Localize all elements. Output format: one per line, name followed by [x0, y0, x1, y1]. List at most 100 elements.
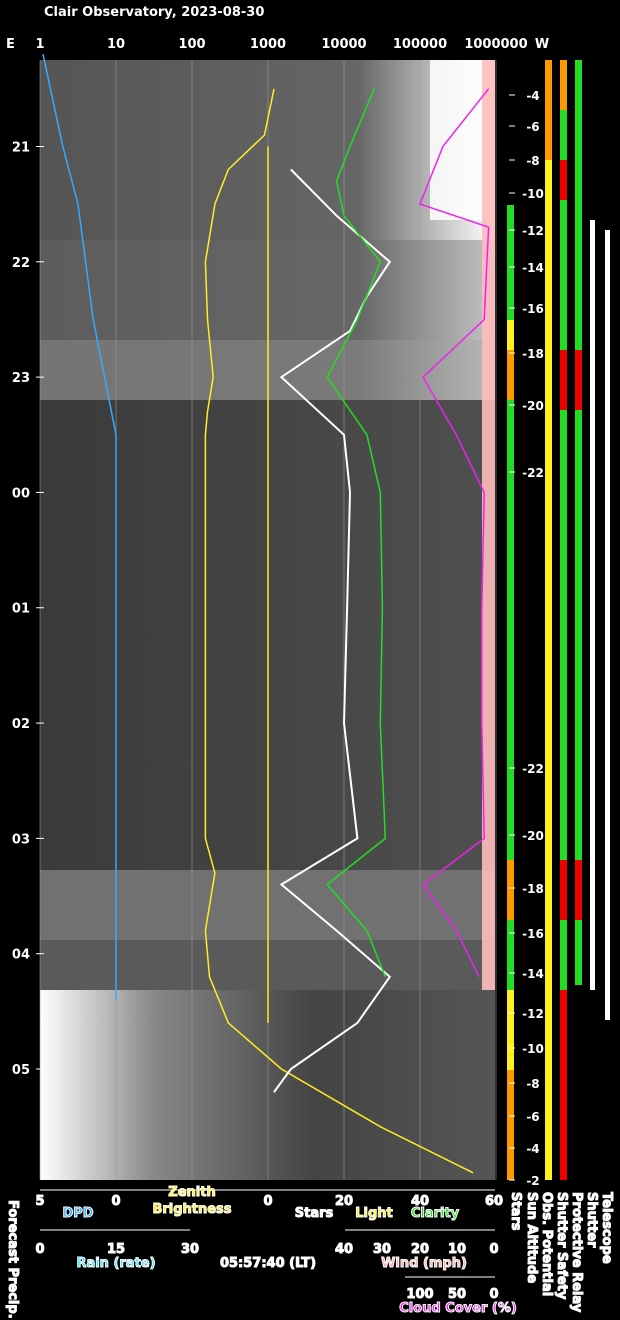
dpd-tick: 0: [111, 1194, 120, 1209]
scl-tick: 20: [335, 1194, 353, 1209]
wind-tick: 0: [489, 1242, 498, 1257]
wind-tick: 10: [448, 1242, 466, 1257]
top-axis-tick: 100: [178, 37, 205, 52]
time-label: 03: [12, 832, 30, 847]
stars-column-segment: [507, 990, 514, 1070]
stars-column-segment: [507, 920, 514, 990]
top-axis-tick: 1000000: [464, 37, 527, 52]
vertical-label: Obs. Potential: [539, 1192, 554, 1296]
sun-altitude-label: -10: [522, 1042, 544, 1056]
sun-altitude-label: -16: [522, 927, 544, 941]
sun-altitude-label: -12: [522, 1007, 544, 1021]
dpd-label: DPD: [62, 1206, 93, 1221]
vertical-label: Stars: [508, 1192, 523, 1231]
dpd-tick: 5: [35, 1194, 44, 1209]
sun-altitude-label: -20: [522, 399, 544, 413]
stars-label: Stars: [295, 1206, 334, 1221]
chart-title: Clair Observatory, 2023-08-30: [44, 5, 264, 20]
sun-altitude-axis: -4 -6 -8 -10 -12 -14 -16 -18 -20 -22 -22 -20 -18 -16 -…: [509, 89, 544, 1188]
vertical-label: Shutter Safety: [554, 1192, 569, 1300]
rain-tick: 15: [107, 1242, 125, 1257]
sun-altitude-label: -22: [522, 466, 544, 480]
obs-potential-column-segment: [560, 60, 567, 110]
wind-tick: 20: [411, 1242, 429, 1257]
rain-tick: 0: [35, 1242, 44, 1257]
stars-column-segment: [507, 1070, 514, 1180]
sun-altitude-label: -2: [526, 1174, 539, 1188]
time-label: 23: [12, 371, 30, 386]
shutter-safety-column-segment: [575, 60, 582, 200]
time-label: 04: [12, 948, 30, 963]
wind-tick: 40: [335, 1242, 353, 1257]
time-label: 01: [12, 602, 30, 617]
top-axis-tick: 10000: [321, 37, 366, 52]
sun-altitude-label: -4: [526, 89, 539, 103]
stars-column-segment: [507, 860, 514, 920]
cloud-tick: 50: [448, 1287, 466, 1302]
shutter-safety-column-segment: [575, 200, 582, 350]
top-axis-tick: 100000: [393, 37, 447, 52]
stars-column-segment: [507, 205, 514, 320]
zenith-label-2: Brightness: [152, 1202, 231, 1217]
light-label: Light: [355, 1206, 393, 1221]
shutter-safety-column-segment: [575, 920, 582, 985]
obs-potential-column-segment: [560, 160, 567, 200]
cloud-tick: 100: [406, 1287, 433, 1302]
obs-potential-column-segment: [560, 920, 567, 990]
sun-altitude-label: -4: [526, 1142, 539, 1156]
sun-altitude-column-segment: [545, 60, 552, 160]
wind-tick: 30: [373, 1242, 391, 1257]
obs-potential-column-segment: [560, 200, 567, 350]
clarity-label: Clarity: [411, 1206, 460, 1221]
sun-altitude-label: -16: [522, 302, 544, 316]
sun-altitude-label: -10: [522, 187, 544, 201]
stars-column-segment: [507, 400, 514, 860]
bottom-scales: 5 0DPDZenithBrightness0 20 40 60Stars Light Cl…: [5, 1185, 615, 1320]
sun-altitude-label: -8: [526, 154, 539, 168]
vertical-label: Shutter: [584, 1192, 599, 1248]
cloud-tick: 0: [489, 1287, 498, 1302]
sun-altitude-label: -12: [522, 224, 544, 238]
time-label: 02: [12, 717, 30, 732]
stars-column-segment: [507, 350, 514, 400]
sun-altitude-column-segment: [545, 60, 552, 1180]
sun-altitude-label: -14: [522, 261, 544, 275]
obs-potential-column-segment: [560, 110, 567, 160]
vertical-label: Sun Altitude: [524, 1192, 539, 1283]
top-axis-tick: 1000: [250, 37, 286, 52]
obs-potential-column-segment: [560, 990, 567, 1180]
sun-altitude-label: -14: [522, 967, 544, 981]
rain-tick: 30: [181, 1242, 199, 1257]
rain-label: Rain (rate): [76, 1256, 155, 1271]
shutter-safety-column-segment: [575, 350, 582, 410]
shutter-safety-column-segment: [575, 860, 582, 920]
time-label: 05: [12, 1063, 30, 1078]
telescope-column: [605, 230, 610, 1020]
time-axis: 21 22 23 00 01 02 03 04 05: [12, 140, 44, 1078]
time-label: 21: [12, 140, 30, 155]
sun-altitude-label: -18: [522, 347, 544, 361]
obs-potential-column-segment: [560, 350, 567, 410]
vertical-label: Protective Relay: [569, 1192, 584, 1313]
time-lt: 05:57:40 (LT): [220, 1256, 316, 1271]
top-axis-tick: 10: [107, 37, 125, 52]
top-axis: E W 1 10 100 1000 10000 100000 1000000: [6, 37, 549, 52]
obs-potential-column-segment: [560, 860, 567, 920]
sun-altitude-label: -18: [522, 882, 544, 896]
time-label: 00: [12, 486, 30, 501]
sun-altitude-label: -22: [522, 762, 544, 776]
zenith-label-1: Zenith: [168, 1185, 215, 1200]
top-axis-tick: 1: [35, 37, 44, 52]
scl-tick: 60: [485, 1194, 503, 1209]
observatory-chart: E W1 10 100 1000 10000 100000 1000000 212223000…: [5, 5, 615, 1320]
shutter-column: [590, 220, 595, 990]
vertical-label: Telescope: [599, 1192, 614, 1264]
top-axis-right-label: W: [535, 37, 549, 52]
stars-column-segment: [507, 320, 514, 350]
sun-altitude-label: -8: [526, 1077, 539, 1091]
zenith-tick: 0: [263, 1194, 272, 1209]
sun-altitude-label: -6: [526, 120, 539, 134]
cloud-label: Cloud Cover (%): [399, 1301, 517, 1316]
time-label: 22: [12, 256, 30, 271]
sun-altitude-label: -6: [526, 1110, 539, 1124]
